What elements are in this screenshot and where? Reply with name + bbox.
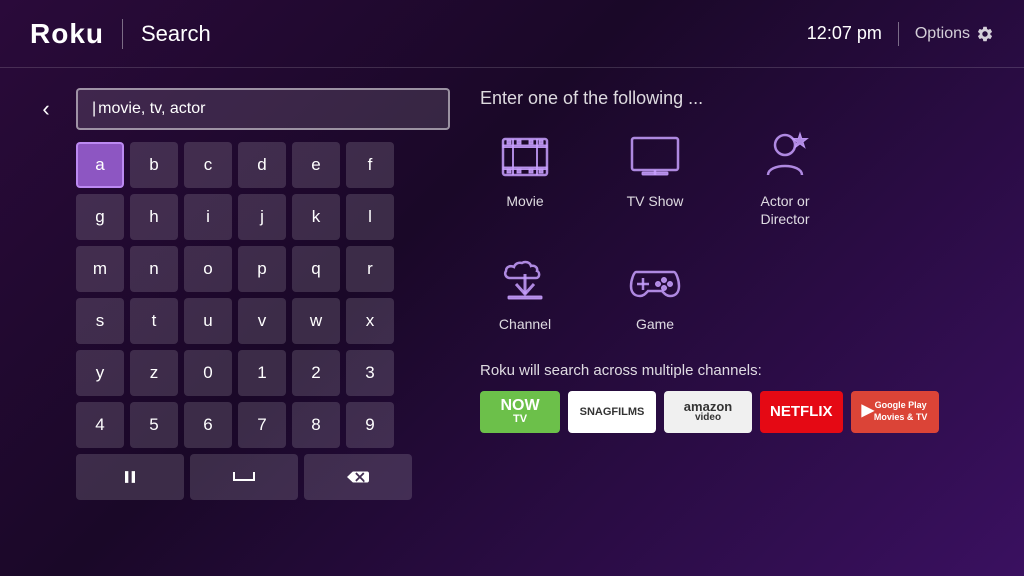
left-panel: ‹ movie, tv, actor a b c d e f g h i j k bbox=[30, 88, 450, 556]
key-h[interactable]: h bbox=[130, 194, 178, 240]
channel-icon bbox=[495, 252, 555, 307]
key-7[interactable]: 7 bbox=[238, 402, 286, 448]
google-play-label: Google PlayMovies & TV bbox=[874, 400, 928, 423]
netflix-label: NETFLIX bbox=[770, 403, 833, 420]
game-icon bbox=[625, 252, 685, 307]
key-space[interactable] bbox=[190, 454, 298, 500]
keyboard-row-4: s t u v w x bbox=[76, 298, 450, 344]
key-v[interactable]: v bbox=[238, 298, 286, 344]
actor-director-icon bbox=[755, 129, 815, 184]
channel-google-play[interactable]: ▶ Google PlayMovies & TV bbox=[851, 391, 939, 433]
key-backspace[interactable] bbox=[304, 454, 412, 500]
key-d[interactable]: d bbox=[238, 142, 286, 188]
key-e[interactable]: e bbox=[292, 142, 340, 188]
category-channel[interactable]: Channel bbox=[480, 252, 570, 333]
tv-show-label: TV Show bbox=[627, 192, 684, 210]
key-n[interactable]: n bbox=[130, 246, 178, 292]
channels-section: Roku will search across multiple channel… bbox=[480, 362, 994, 433]
actor-director-label: Actor orDirector bbox=[760, 192, 809, 228]
gear-icon bbox=[976, 25, 994, 43]
key-y[interactable]: y bbox=[76, 350, 124, 396]
keyboard-row-5: y z 0 1 2 3 bbox=[76, 350, 450, 396]
keyboard-row-6: 4 5 6 7 8 9 bbox=[76, 402, 450, 448]
key-j[interactable]: j bbox=[238, 194, 286, 240]
search-row: ‹ movie, tv, actor bbox=[30, 88, 450, 130]
category-grid-top: Movie TV Show bbox=[480, 129, 994, 228]
key-m[interactable]: m bbox=[76, 246, 124, 292]
key-5[interactable]: 5 bbox=[130, 402, 178, 448]
main: ‹ movie, tv, actor a b c d e f g h i j k bbox=[0, 68, 1024, 576]
keyboard-row-3: m n o p q r bbox=[76, 246, 450, 292]
key-8[interactable]: 8 bbox=[292, 402, 340, 448]
clock: 12:07 pm bbox=[807, 23, 882, 44]
key-k[interactable]: k bbox=[292, 194, 340, 240]
channel-now-tv[interactable]: NOW TV bbox=[480, 391, 560, 433]
roku-logo: Roku bbox=[30, 18, 104, 50]
header-divider bbox=[122, 19, 123, 49]
channel-snagfilms[interactable]: SNAGFILMS bbox=[568, 391, 656, 433]
key-1[interactable]: 1 bbox=[238, 350, 286, 396]
key-c[interactable]: c bbox=[184, 142, 232, 188]
channels-label: Roku will search across multiple channel… bbox=[480, 362, 994, 379]
key-6[interactable]: 6 bbox=[184, 402, 232, 448]
category-actor-director[interactable]: Actor orDirector bbox=[740, 129, 830, 228]
keyboard-row-special bbox=[76, 454, 450, 500]
key-r[interactable]: r bbox=[346, 246, 394, 292]
keyboard-row-1: a b c d e f bbox=[76, 142, 450, 188]
options-label: Options bbox=[915, 25, 970, 43]
key-s[interactable]: s bbox=[76, 298, 124, 344]
header-title: Search bbox=[141, 21, 211, 47]
key-w[interactable]: w bbox=[292, 298, 340, 344]
movie-icon bbox=[495, 129, 555, 184]
channels-row: NOW TV SNAGFILMS amazon video NETFLIX ▶ … bbox=[480, 391, 994, 433]
options-button[interactable]: Options bbox=[915, 25, 994, 43]
key-u[interactable]: u bbox=[184, 298, 232, 344]
key-t[interactable]: t bbox=[130, 298, 178, 344]
key-g[interactable]: g bbox=[76, 194, 124, 240]
keyboard: a b c d e f g h i j k l m n o p bbox=[30, 142, 450, 500]
movie-label: Movie bbox=[506, 192, 543, 210]
channel-label: Channel bbox=[499, 315, 551, 333]
key-4[interactable]: 4 bbox=[76, 402, 124, 448]
keyboard-row-2: g h i j k l bbox=[76, 194, 450, 240]
tv-show-icon bbox=[625, 129, 685, 184]
amazon-video-label: video bbox=[695, 413, 721, 423]
channel-amazon[interactable]: amazon video bbox=[664, 391, 752, 433]
key-i[interactable]: i bbox=[184, 194, 232, 240]
key-9[interactable]: 9 bbox=[346, 402, 394, 448]
key-f[interactable]: f bbox=[346, 142, 394, 188]
key-o[interactable]: o bbox=[184, 246, 232, 292]
key-z[interactable]: z bbox=[130, 350, 178, 396]
channel-netflix[interactable]: NETFLIX bbox=[760, 391, 843, 433]
now-tv-tv: TV bbox=[513, 414, 527, 425]
search-placeholder: movie, tv, actor bbox=[98, 100, 205, 118]
key-a[interactable]: a bbox=[76, 142, 124, 188]
key-delete[interactable] bbox=[76, 454, 184, 500]
key-q[interactable]: q bbox=[292, 246, 340, 292]
search-input[interactable]: movie, tv, actor bbox=[76, 88, 450, 130]
key-0[interactable]: 0 bbox=[184, 350, 232, 396]
category-tv-show[interactable]: TV Show bbox=[610, 129, 700, 228]
back-button[interactable]: ‹ bbox=[30, 93, 62, 125]
key-l[interactable]: l bbox=[346, 194, 394, 240]
header: Roku Search 12:07 pm Options bbox=[0, 0, 1024, 68]
category-game[interactable]: Game bbox=[610, 252, 700, 333]
snagfilms-label: SNAGFILMS bbox=[580, 406, 645, 418]
prompt-text: Enter one of the following ... bbox=[480, 88, 994, 109]
game-label: Game bbox=[636, 315, 674, 333]
now-tv-now: NOW bbox=[500, 398, 539, 414]
category-movie[interactable]: Movie bbox=[480, 129, 570, 228]
header-divider2 bbox=[898, 22, 899, 46]
key-x[interactable]: x bbox=[346, 298, 394, 344]
key-p[interactable]: p bbox=[238, 246, 286, 292]
key-2[interactable]: 2 bbox=[292, 350, 340, 396]
key-b[interactable]: b bbox=[130, 142, 178, 188]
header-right: 12:07 pm Options bbox=[807, 22, 994, 46]
category-grid-bottom: Channel bbox=[480, 252, 994, 333]
key-3[interactable]: 3 bbox=[346, 350, 394, 396]
right-panel: Enter one of the following ... bbox=[450, 88, 994, 556]
google-play-icon: ▶ bbox=[862, 401, 874, 422]
